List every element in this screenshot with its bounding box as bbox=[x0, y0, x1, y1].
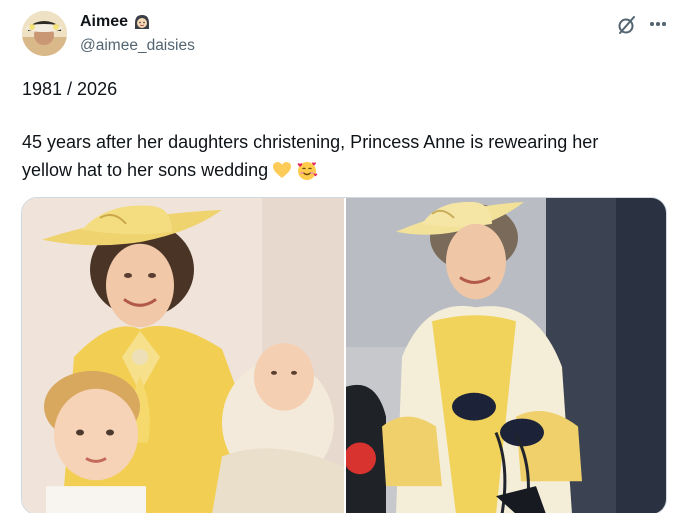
grok-icon[interactable] bbox=[616, 14, 638, 36]
wedding-photo-image bbox=[346, 198, 666, 513]
woman-headscarf-emoji-icon bbox=[133, 13, 151, 31]
author-handle[interactable]: @aimee_daisies bbox=[80, 37, 195, 55]
photo-2026-wedding[interactable] bbox=[346, 198, 666, 513]
tweet-body-line-2-wrap: yellow hat to her sons wedding bbox=[22, 158, 318, 182]
author-display-name[interactable]: Aimee bbox=[80, 13, 128, 31]
author-name-row: Aimee bbox=[80, 13, 151, 31]
christening-photo-image bbox=[22, 198, 344, 513]
tweet-date-line: 1981 / 2026 bbox=[22, 79, 118, 99]
smiling-face-with-hearts-icon bbox=[296, 159, 318, 181]
avatar-image bbox=[22, 11, 67, 56]
more-options-icon[interactable] bbox=[646, 13, 670, 35]
photo-1981-christening[interactable] bbox=[22, 198, 344, 513]
tweet: Aimee @aimee_daisies 1981 / 2026 45 year… bbox=[0, 0, 700, 513]
author-avatar[interactable] bbox=[22, 11, 67, 56]
tweet-body-line-2: yellow hat to her sons wedding bbox=[22, 160, 269, 180]
tweet-media-grid bbox=[21, 197, 667, 513]
yellow-heart-icon bbox=[271, 159, 293, 181]
tweet-body-line-1: 45 years after her daughters christening… bbox=[22, 132, 599, 152]
